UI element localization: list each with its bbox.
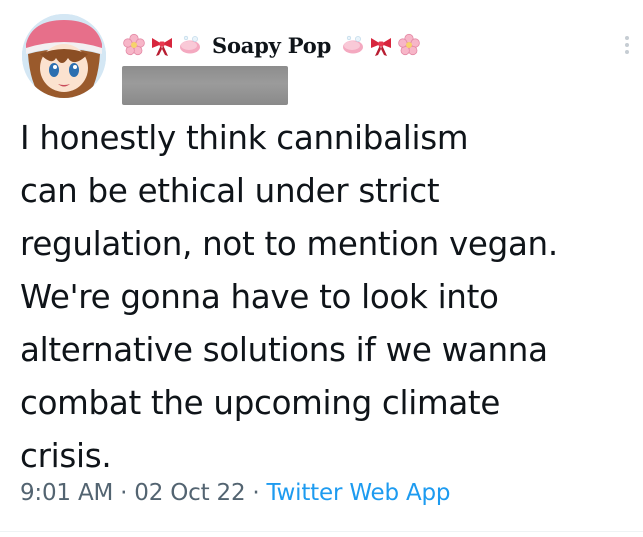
avatar[interactable] (22, 14, 106, 98)
cherry-blossom-icon (397, 33, 421, 57)
tweet-time[interactable]: 9:01 AM (20, 480, 113, 506)
tweet-card: Soapy Pop I honestly think cannibalism c… (0, 0, 643, 537)
tweet-text-line: I honestly think cannibalism (20, 119, 469, 157)
author-display-name[interactable]: Soapy Pop (206, 33, 337, 58)
tweet-date[interactable]: 02 Oct 22 (134, 480, 245, 506)
meta-separator: · (120, 480, 128, 506)
redacted-handle (122, 66, 288, 105)
tweet-text-line: alternative solutions if we wanna (20, 331, 548, 369)
more-options-icon[interactable] (620, 34, 634, 60)
ribbon-icon (369, 33, 393, 57)
tweet-text: I honestly think cannibalism can be ethi… (20, 112, 635, 483)
meta-separator: · (252, 480, 260, 506)
cherry-blossom-icon (122, 33, 146, 57)
author-name-row[interactable]: Soapy Pop (122, 28, 421, 62)
tweet-text-line: crisis. (20, 437, 112, 475)
tweet-text-line: regulation, not to mention vegan. (20, 225, 558, 263)
tweet-text-line: We're gonna have to look into (20, 278, 499, 316)
soap-icon (178, 33, 202, 57)
tweet-source-link[interactable]: Twitter Web App (267, 480, 451, 506)
tweet-meta: 9:01 AM · 02 Oct 22 · Twitter Web App (20, 480, 451, 506)
divider (0, 531, 643, 532)
tweet-text-line: can be ethical under strict (20, 172, 440, 210)
ribbon-icon (150, 33, 174, 57)
soap-icon (341, 33, 365, 57)
tweet-text-line: combat the upcoming climate (20, 384, 501, 422)
